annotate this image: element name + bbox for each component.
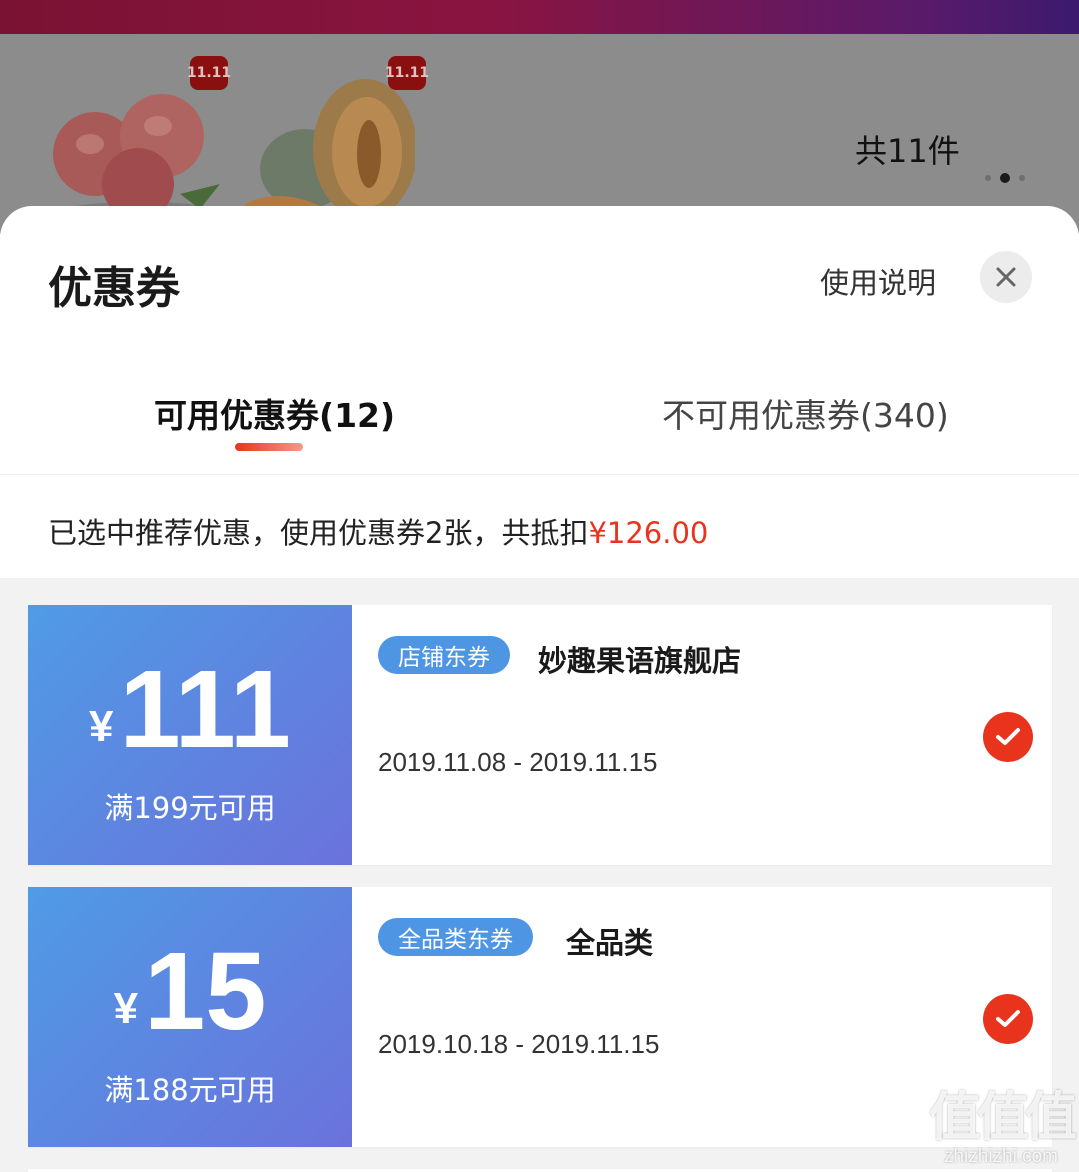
summary-amount: ¥126.00 — [588, 516, 709, 550]
peach-image[interactable] — [50, 74, 220, 224]
summary-text: 已选中推荐优惠，使用优惠券2张，共抵扣 — [48, 516, 589, 550]
pager-dots — [985, 173, 1025, 183]
melon-image[interactable] — [245, 74, 417, 224]
coupon-validity-dates: 2019.10.18 - 2019.11.15 — [378, 1029, 660, 1059]
coupon-condition: 满188元可用 — [104, 1073, 276, 1107]
tab-unavailable-coupons[interactable]: 不可用优惠券(340) — [662, 389, 949, 437]
currency-symbol: ¥ — [89, 702, 114, 751]
coupon-sheet: 优惠券 使用说明 可用优惠券(12) 不可用优惠券(340) 已选中推荐优惠，使… — [0, 206, 1079, 1172]
close-button[interactable] — [980, 251, 1032, 303]
pager-dot — [1019, 175, 1025, 181]
coupon-value-panel: ¥111 满199元可用 — [28, 605, 352, 865]
double-eleven-tag: 11.11 — [385, 56, 429, 90]
coupon-validity-dates: 2019.11.08 - 2019.11.15 — [378, 747, 658, 777]
pager-dot — [985, 175, 991, 181]
coupon-shop-name: 妙趣果语旗舰店 — [538, 644, 742, 678]
coupon-card[interactable]: ¥15 满188元可用 全品类东券 全品类 2019.10.18 - 2019.… — [28, 887, 1052, 1147]
coupon-amount: 111 — [119, 648, 291, 771]
coupon-amount: 15 — [144, 930, 267, 1053]
coupon-card[interactable]: ¥111 满199元可用 店铺东券 妙趣果语旗舰店 2019.11.08 - 2… — [28, 605, 1052, 865]
coupon-value: ¥15 — [28, 937, 352, 1047]
discount-summary: 已选中推荐优惠，使用优惠券2张，共抵扣¥126.00 — [48, 510, 708, 552]
close-icon — [996, 267, 1016, 287]
coupon-type-badge: 店铺东券 — [378, 636, 510, 674]
pager-dot-active — [1000, 173, 1010, 183]
watermark-logo-text: 值值值 — [928, 1088, 1077, 1148]
checkmark-icon — [996, 728, 1020, 745]
active-tab-indicator — [235, 443, 303, 451]
top-banner — [0, 0, 1079, 34]
coupon-shop-name: 全品类 — [566, 926, 654, 960]
tab-available-coupons[interactable]: 可用优惠券(12) — [154, 389, 395, 437]
double-eleven-tag: 11.11 — [187, 56, 231, 90]
coupon-condition: 满199元可用 — [104, 791, 276, 825]
coupon-select-checkbox[interactable] — [983, 712, 1033, 762]
watermark-logo: 值值值 zhizhizhi.com — [926, 1088, 1077, 1168]
watermark-site: zhizhizhi.com — [943, 1146, 1059, 1167]
product-count[interactable]: 共11件 — [855, 126, 960, 172]
checkmark-icon — [996, 1010, 1020, 1027]
usage-instructions-link[interactable]: 使用说明 — [820, 260, 936, 302]
currency-symbol: ¥ — [113, 984, 139, 1033]
coupon-value-panel: ¥15 满188元可用 — [28, 887, 352, 1147]
product-strip: 11.11 11.11 共11件 — [0, 34, 1079, 234]
coupon-value: ¥111 — [28, 655, 352, 765]
tab-divider — [0, 474, 1079, 475]
coupon-type-badge: 全品类东券 — [378, 918, 533, 956]
sheet-title: 优惠券 — [48, 263, 180, 314]
coupon-select-checkbox[interactable] — [983, 994, 1033, 1044]
